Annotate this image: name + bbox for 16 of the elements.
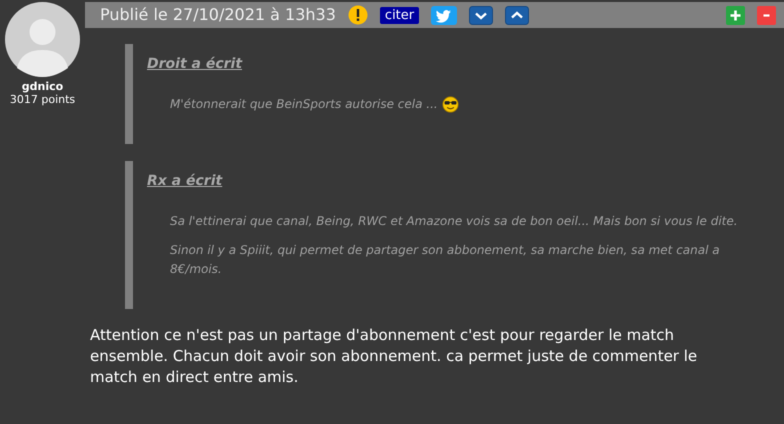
chevron-down-icon[interactable]: [469, 6, 494, 24]
quote-button[interactable]: citer: [380, 6, 420, 24]
chevron-up-icon[interactable]: [505, 6, 530, 24]
user-points: 3017 points: [10, 93, 76, 106]
quote-author: Droit a écrit: [147, 55, 244, 74]
publish-date: Publié le 27/10/2021 à 13h33: [100, 4, 336, 26]
quote-text: Sinon il y a Spiiit, qui permet de partager son abbonement, sa marche bien, sa met canal a 8€/mois.: [170, 243, 720, 276]
quote-author: Rx a écrit: [147, 172, 224, 191]
bird-icon[interactable]: [431, 6, 458, 24]
username[interactable]: gdnico: [22, 80, 64, 93]
quote-text: Sa l'ettinerai que canal, Being, RWC et Amazone vois sa de bon oeil... Mais bon si vous le dite.: [170, 214, 738, 228]
warning-icon[interactable]: [348, 5, 368, 25]
message-text: Attention ce n'est pas un partage d'abonnement c'est pour regarder le match ensemble. Chacun doit avoir son abonnement. ca permet juste de commenter le match en direct entre amis.: [89, 325, 698, 388]
plus-icon[interactable]: [726, 6, 745, 24]
quote-text: M'étonnerait que BeinSports autorise cela ...: [170, 97, 438, 111]
minus-icon[interactable]: [757, 6, 776, 24]
